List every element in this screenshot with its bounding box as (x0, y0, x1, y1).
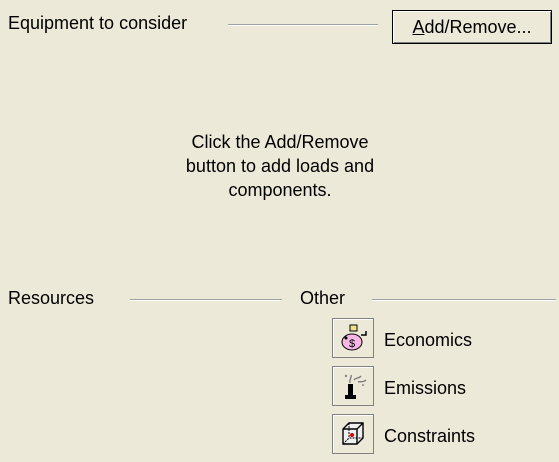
economics-label: Economics (384, 330, 473, 350)
emissions-button[interactable] (332, 366, 374, 406)
emissions-label: Emissions (384, 378, 467, 398)
add-remove-mnemonic: A (412, 16, 425, 37)
constraints-button[interactable] (332, 414, 374, 454)
resources-divider (130, 299, 282, 301)
other-divider (372, 299, 556, 301)
equipment-section-label: Equipment to consider (8, 12, 192, 34)
empty-equipment-hint: Click the Add/Remove button to add loads… (185, 132, 375, 200)
add-remove-label: dd/Remove... (424, 16, 532, 37)
constraints-icon (342, 422, 364, 445)
economics-icon: $ (341, 324, 367, 351)
resources-section-label: Resources (8, 287, 99, 309)
emissions-icon (344, 374, 367, 399)
add-remove-button[interactable]: Add/Remove... (392, 10, 552, 44)
svg-text:$: $ (349, 338, 355, 350)
economics-button[interactable]: $ (332, 318, 374, 358)
constraints-label: Constraints (384, 426, 476, 446)
other-section-label: Other (300, 287, 350, 309)
equipment-divider (228, 24, 378, 26)
